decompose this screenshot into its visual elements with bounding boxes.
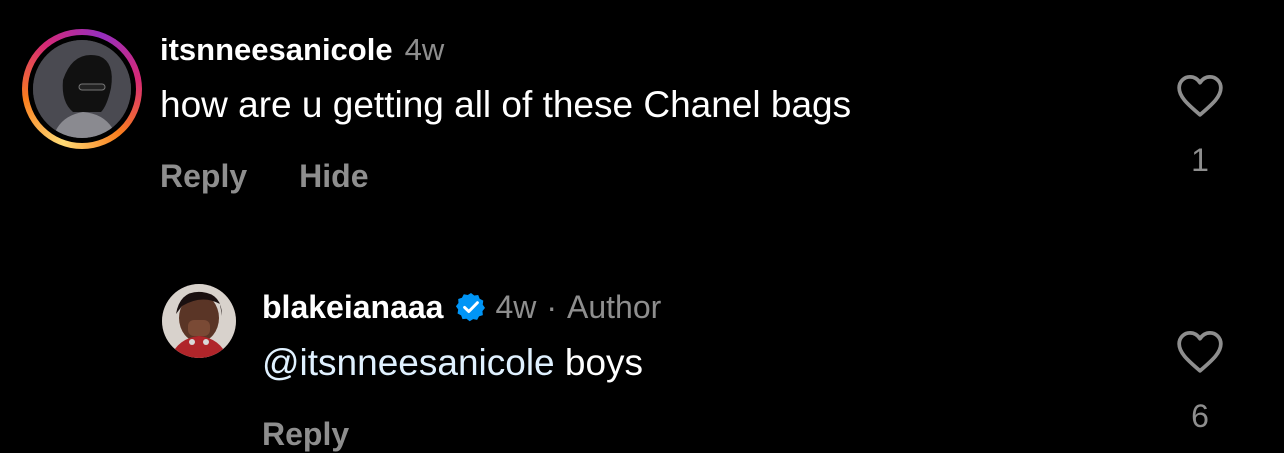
comment-text-body: boys	[554, 342, 644, 383]
comment-text: how are u getting all of these Chanel ba…	[160, 84, 852, 125]
reply-button[interactable]: Reply	[160, 158, 247, 195]
comment-text: @itsnneesanicole boys	[262, 342, 643, 384]
comment-blakeianaaa: blakeianaaa 4w · Author @itsnneesanicole…	[0, 220, 1284, 452]
comment-age: 4w	[495, 288, 537, 325]
avatar[interactable]	[162, 284, 236, 358]
comment-header: blakeianaaa 4w · Author	[262, 286, 661, 328]
avatar-photo	[33, 40, 131, 138]
username[interactable]: itsnneesanicole	[160, 32, 393, 68]
like-count: 6	[1191, 398, 1209, 434]
like-control: 1	[1170, 72, 1230, 179]
comment-actions: Reply	[262, 416, 349, 453]
username[interactable]: blakeianaaa	[262, 289, 443, 326]
comment-itsnneesanicole: itsnneesanicole 4w how are u getting all…	[0, 0, 1284, 220]
reply-button[interactable]: Reply	[262, 416, 349, 453]
verified-badge-icon	[456, 293, 486, 322]
comment-actions: Reply Hide	[160, 158, 368, 195]
author-label: Author	[567, 288, 662, 325]
like-control: 6	[1170, 328, 1230, 435]
avatar-photo	[162, 284, 236, 358]
hide-button[interactable]: Hide	[299, 158, 368, 195]
avatar[interactable]	[33, 40, 131, 138]
story-ring[interactable]	[22, 29, 142, 149]
meta-separator: ·	[546, 288, 558, 325]
heart-outline-icon[interactable]	[1175, 72, 1225, 118]
comment-header: itsnneesanicole 4w	[160, 30, 444, 70]
mention-link[interactable]: @itsnneesanicole	[262, 342, 555, 383]
heart-outline-icon[interactable]	[1175, 328, 1225, 374]
like-count: 1	[1191, 142, 1209, 178]
comment-age: 4w	[404, 32, 445, 67]
